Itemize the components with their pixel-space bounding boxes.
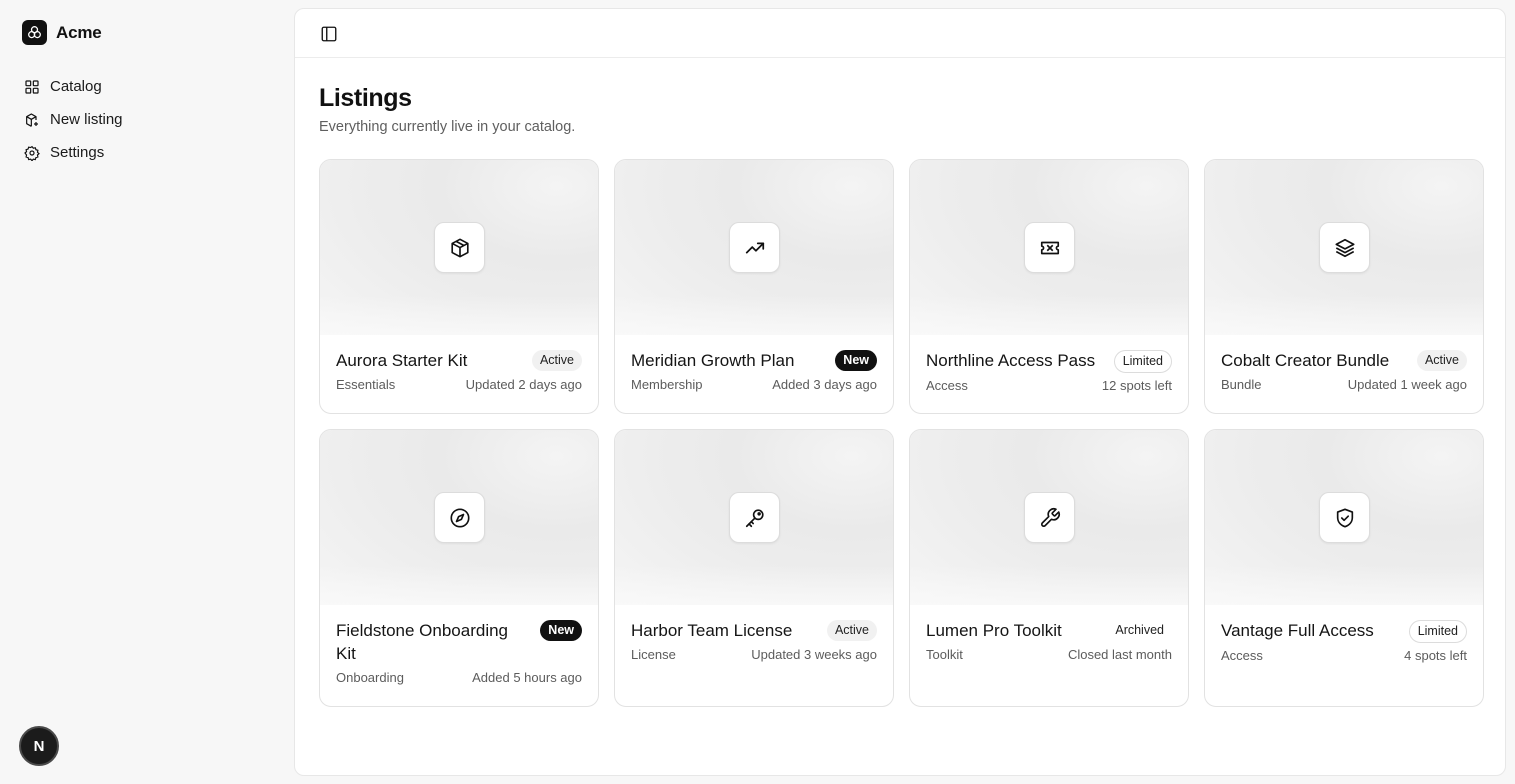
listing-title: Aurora Starter Kit	[336, 351, 468, 370]
listing-card[interactable]: Meridian Growth Plan New Membership Adde…	[614, 159, 894, 414]
listings-grid: Aurora Starter Kit Active Essentials Upd…	[319, 159, 1484, 707]
listing-card[interactable]: Aurora Starter Kit Active Essentials Upd…	[319, 159, 599, 414]
status-badge: New	[835, 350, 877, 371]
sidebar: Acme Catalog New listing Settings N	[0, 0, 287, 784]
main-panel: Listings Everything currently live in yo…	[294, 8, 1506, 776]
listing-thumbnail	[615, 160, 893, 335]
listing-status-text: Updated 1 week ago	[1347, 377, 1467, 392]
sidebar-item-settings[interactable]: Settings	[24, 136, 123, 169]
listing-title: Lumen Pro Toolkit	[926, 621, 1062, 640]
listing-title: Vantage Full Access	[1221, 621, 1374, 640]
layers-icon	[1319, 222, 1370, 273]
listing-status-text: Added 5 hours ago	[472, 670, 582, 685]
sidebar-toggle-button[interactable]	[320, 25, 338, 43]
ticket-icon	[1024, 222, 1075, 273]
avatar[interactable]: N	[19, 726, 59, 766]
box-icon	[434, 222, 485, 273]
listing-status-text: Closed last month	[1067, 647, 1172, 662]
listing-card[interactable]: Vantage Full Access Limited Access 4 spo…	[1204, 429, 1484, 707]
grid-icon	[25, 79, 39, 94]
page-title: Listings	[319, 84, 412, 112]
listing-status-text: 4 spots left	[1404, 648, 1467, 663]
listing-category: Essentials	[336, 377, 396, 392]
listing-category: Access	[926, 378, 968, 393]
page-subtitle: Everything currently live in your catalo…	[319, 119, 576, 135]
listing-status-text: Updated 3 weeks ago	[751, 647, 877, 662]
listing-card[interactable]: Fieldstone Onboarding Kit New Onboarding…	[319, 429, 599, 707]
sidebar-nav: Catalog New listing Settings	[24, 70, 123, 169]
listing-card[interactable]: Lumen Pro Toolkit Archived Toolkit Close…	[909, 429, 1189, 707]
app-name: Acme	[56, 22, 102, 42]
package-plus-icon	[26, 112, 38, 127]
status-badge: Limited	[1408, 620, 1467, 643]
listing-thumbnail	[320, 160, 598, 335]
key-icon	[729, 492, 780, 543]
listing-category: Membership	[631, 377, 703, 392]
listing-title: Fieldstone Onboarding Kit	[336, 621, 509, 663]
sidebar-item-label: New listing	[50, 111, 123, 128]
listing-thumbnail	[1205, 430, 1483, 605]
listing-status-text: 12 spots left	[1101, 378, 1172, 393]
brand[interactable]: Acme	[22, 20, 102, 45]
listing-status-text: Updated 2 days ago	[465, 377, 582, 392]
status-badge: Active	[1416, 350, 1467, 371]
gear-icon	[24, 145, 40, 161]
listing-thumbnail	[910, 430, 1188, 605]
listing-thumbnail	[320, 430, 598, 605]
status-badge: Active	[531, 350, 582, 371]
compass-icon	[434, 492, 485, 543]
listing-card[interactable]: Northline Access Pass Limited Access 12 …	[909, 159, 1189, 414]
listing-title: Cobalt Creator Bundle	[1221, 351, 1390, 370]
status-badge: Active	[826, 620, 877, 641]
shield-check-icon	[1319, 492, 1370, 543]
sidebar-item-label: Settings	[50, 144, 105, 161]
trending-up-icon	[729, 222, 780, 273]
listing-category: Onboarding	[336, 670, 404, 685]
sidebar-item-label: Catalog	[50, 78, 102, 95]
status-badge: New	[540, 620, 582, 641]
listing-category: License	[631, 647, 676, 662]
wrench-icon	[1024, 492, 1075, 543]
status-badge: Archived	[1115, 623, 1164, 637]
status-badge: Limited	[1113, 350, 1172, 373]
listing-category: Bundle	[1221, 377, 1262, 392]
listing-title: Harbor Team License	[631, 621, 793, 640]
sidebar-item-new-listing[interactable]: New listing	[24, 103, 123, 136]
sidebar-item-catalog[interactable]: Catalog	[24, 70, 123, 103]
listing-status-text: Added 3 days ago	[772, 377, 877, 392]
listing-title: Northline Access Pass	[926, 351, 1096, 370]
listing-category: Access	[1221, 648, 1263, 663]
listing-category: Toolkit	[926, 647, 963, 662]
listing-card[interactable]: Harbor Team License Active License Updat…	[614, 429, 894, 707]
topbar	[295, 9, 1505, 58]
listing-thumbnail	[615, 430, 893, 605]
listing-thumbnail	[910, 160, 1188, 335]
listing-thumbnail	[1205, 160, 1483, 335]
acme-logo-icon	[22, 20, 47, 45]
listing-title: Meridian Growth Plan	[631, 351, 795, 370]
panel-left-icon	[321, 26, 337, 42]
listing-card[interactable]: Cobalt Creator Bundle Active Bundle Upda…	[1204, 159, 1484, 414]
